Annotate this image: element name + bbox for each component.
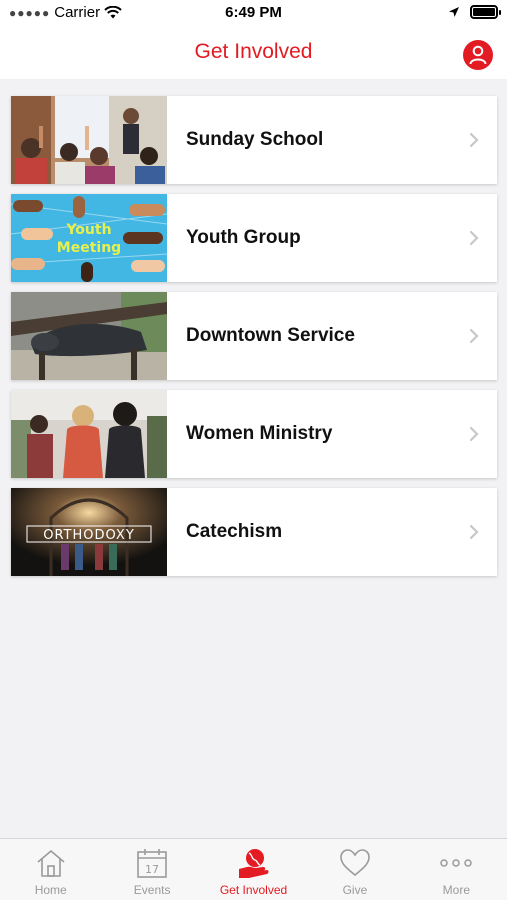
chevron-right-icon	[459, 426, 489, 442]
item-label: Catechism	[186, 521, 283, 542]
children-classroom-photo	[11, 96, 167, 184]
tab-give[interactable]: Give	[304, 839, 405, 900]
women-gathering-photo	[11, 390, 167, 478]
youth-meeting-graphic: Youth Meeting	[11, 194, 167, 282]
tab-label: Events	[133, 883, 171, 897]
person-icon	[469, 45, 487, 65]
person-on-bench-photo	[11, 292, 167, 380]
svg-text:Meeting: Meeting	[57, 240, 121, 256]
tab-label: Give	[342, 883, 368, 897]
status-right	[448, 5, 501, 19]
hand-globe-icon	[237, 847, 271, 879]
calendar-day-text: 17	[145, 863, 159, 876]
item-label: Women Ministry	[186, 423, 333, 444]
svg-text:Youth: Youth	[65, 222, 111, 238]
house-icon	[35, 847, 67, 879]
navigation-bar: Get Involved	[0, 26, 507, 79]
list-item-sunday-school[interactable]: Sunday School	[11, 96, 497, 184]
tab-label: Get Involved	[219, 883, 288, 897]
tab-bar: Home 17 Events Get Involved Give More	[0, 838, 507, 900]
tab-get-involved[interactable]: Get Involved	[203, 839, 304, 900]
page-title: Get Involved	[194, 40, 313, 63]
orthodoxy-logo-text: ORTHODOXY	[43, 528, 135, 543]
chevron-right-icon	[459, 524, 489, 540]
chevron-right-icon	[459, 230, 489, 246]
tab-events[interactable]: 17 Events	[101, 839, 202, 900]
status-time: 6:49 PM	[225, 4, 282, 21]
orthodoxy-cathedral-photo: ORTHODOXY	[11, 488, 167, 576]
location-arrow-icon	[449, 7, 459, 17]
item-label: Downtown Service	[186, 325, 355, 346]
chevron-right-icon	[459, 132, 489, 148]
chevron-right-icon	[459, 328, 489, 344]
tab-more[interactable]: More	[406, 839, 507, 900]
list-item-catechism[interactable]: ORTHODOXY Catechism	[11, 488, 497, 576]
tab-home[interactable]: Home	[0, 839, 101, 900]
battery-icon	[470, 5, 501, 19]
item-label: Sunday School	[186, 129, 324, 150]
profile-button[interactable]	[463, 40, 493, 70]
ministry-list: Sunday School Youth Meeting Youth Group …	[11, 96, 497, 586]
status-bar: ●●●●● Carrier 6:49 PM	[0, 0, 507, 26]
list-item-downtown-service[interactable]: Downtown Service	[11, 292, 497, 380]
tab-label: Home	[34, 883, 67, 897]
tab-label: More	[442, 883, 470, 897]
item-label: Youth Group	[186, 227, 301, 248]
more-dots-icon	[439, 847, 473, 879]
list-item-youth-group[interactable]: Youth Meeting Youth Group	[11, 194, 497, 282]
heart-icon	[339, 847, 371, 879]
list-item-women-ministry[interactable]: Women Ministry	[11, 390, 497, 478]
calendar-icon: 17	[136, 847, 168, 879]
